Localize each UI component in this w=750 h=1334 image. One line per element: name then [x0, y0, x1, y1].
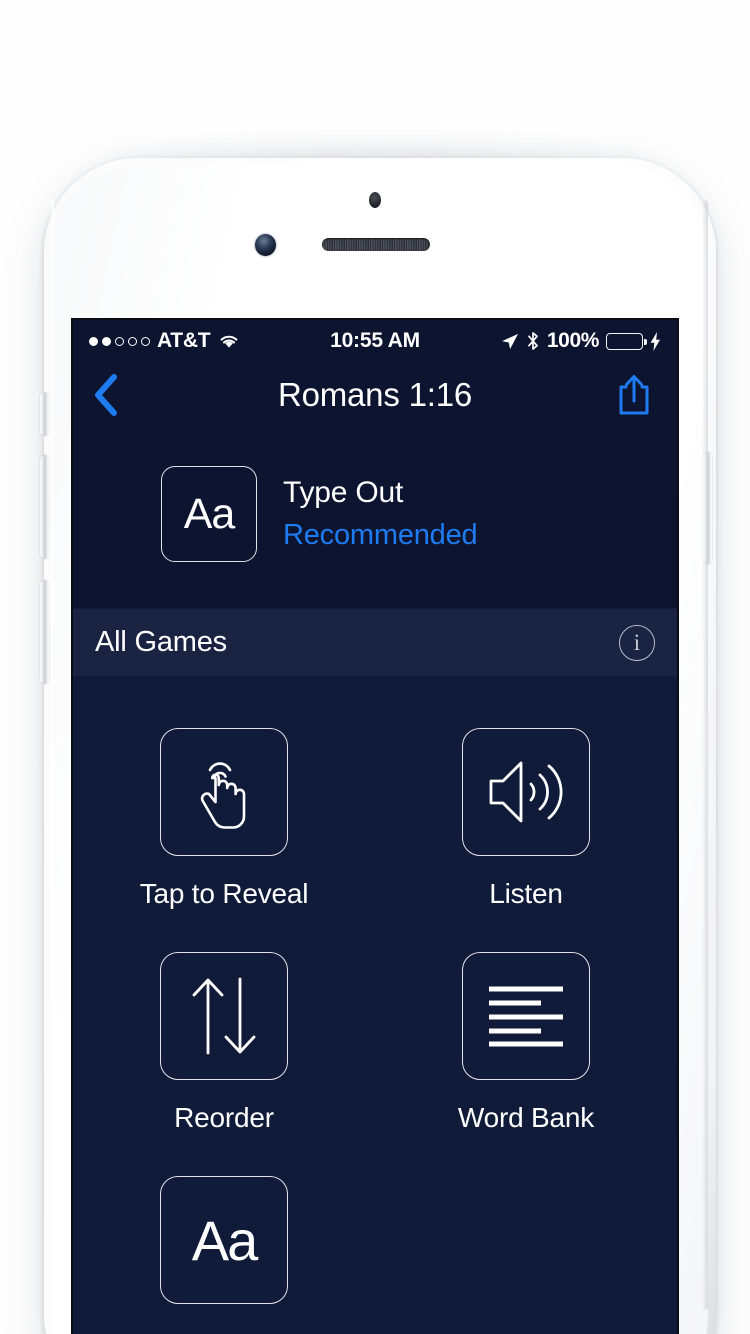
- info-glyph: i: [633, 629, 641, 655]
- power-button[interactable]: [703, 452, 712, 564]
- earpiece-speaker: [322, 238, 430, 251]
- signal-dot-2: [102, 336, 111, 346]
- battery-icon: [606, 332, 648, 350]
- recommended-game-row[interactable]: Aa Type Out Recommended: [73, 428, 677, 608]
- recommended-icon-label: Aa: [183, 489, 236, 538]
- status-bar: AT&T 10:55 AM 100%: [73, 320, 677, 362]
- game-label: Reorder: [174, 1102, 274, 1133]
- section-title: All Games: [95, 626, 227, 658]
- lightning-bolt-icon: [650, 331, 661, 351]
- location-arrow-icon: [500, 332, 519, 351]
- bezel-highlight-right: [702, 200, 708, 1310]
- game-item-type-out[interactable]: Aa: [73, 1176, 375, 1326]
- share-icon: [616, 373, 652, 417]
- front-camera-icon: [255, 234, 276, 256]
- game-label: Tap to Reveal: [139, 878, 309, 909]
- game-label: Word Bank: [457, 1102, 595, 1133]
- bezel-highlight-left: [49, 200, 54, 1310]
- recommended-title: Type Out: [283, 476, 404, 509]
- games-grid: Tap to Reveal Listen Reorder Word Bank A…: [73, 728, 677, 1326]
- up-down-arrows-icon[interactable]: [160, 952, 288, 1080]
- carrier-label: AT&T: [157, 329, 211, 352]
- tap-hand-icon[interactable]: [160, 728, 288, 856]
- clock-label: 10:55 AM: [330, 329, 420, 352]
- game-item-listen[interactable]: Listen: [375, 728, 677, 910]
- games-grid-container: Tap to Reveal Listen Reorder Word Bank A…: [73, 676, 677, 1334]
- aa-text-icon[interactable]: Aa: [161, 466, 257, 562]
- proximity-sensor-icon: [369, 192, 381, 208]
- info-circle-icon[interactable]: i: [619, 624, 655, 661]
- speaker-waves-icon[interactable]: [462, 728, 590, 856]
- game-item-reorder[interactable]: Reorder: [73, 952, 375, 1134]
- share-button[interactable]: [611, 372, 657, 418]
- status-bar-left: AT&T: [89, 329, 330, 353]
- page-title: Romans 1:16: [277, 376, 473, 413]
- recommended-text: Type Out Recommended: [283, 476, 478, 552]
- back-button[interactable]: [93, 372, 139, 418]
- navigation-bar: Romans 1:16: [73, 362, 677, 428]
- game-item-tap-to-reveal[interactable]: Tap to Reveal: [73, 728, 375, 910]
- recommended-subtitle: Recommended: [283, 519, 478, 551]
- ring-silent-switch[interactable]: [40, 392, 49, 436]
- signal-dot-4: [128, 336, 137, 346]
- bluetooth-icon: [526, 331, 540, 351]
- phone-screen: AT&T 10:55 AM 100% Romans 1:16 Aa Type O…: [73, 320, 677, 1334]
- text-lines-icon[interactable]: [462, 952, 590, 1080]
- section-header-all-games: All Games i: [73, 608, 677, 676]
- battery-percent-label: 100%: [546, 329, 600, 352]
- wifi-icon: [217, 332, 241, 350]
- game-item-word-bank[interactable]: Word Bank: [375, 952, 677, 1134]
- volume-up-button[interactable]: [40, 455, 49, 559]
- signal-dot-3: [115, 336, 124, 346]
- volume-down-button[interactable]: [40, 580, 49, 684]
- status-bar-right: 100%: [420, 329, 661, 353]
- signal-dot-5: [141, 336, 150, 346]
- screenshot-scene: AT&T 10:55 AM 100% Romans 1:16 Aa Type O…: [0, 0, 750, 1334]
- game-icon-label: Aa: [191, 1208, 258, 1272]
- aa-text-icon[interactable]: Aa: [160, 1176, 288, 1304]
- signal-strength-dots: [89, 336, 150, 346]
- signal-dot-1: [89, 336, 98, 346]
- game-label: Listen: [489, 878, 563, 909]
- chevron-left-icon: [93, 374, 119, 416]
